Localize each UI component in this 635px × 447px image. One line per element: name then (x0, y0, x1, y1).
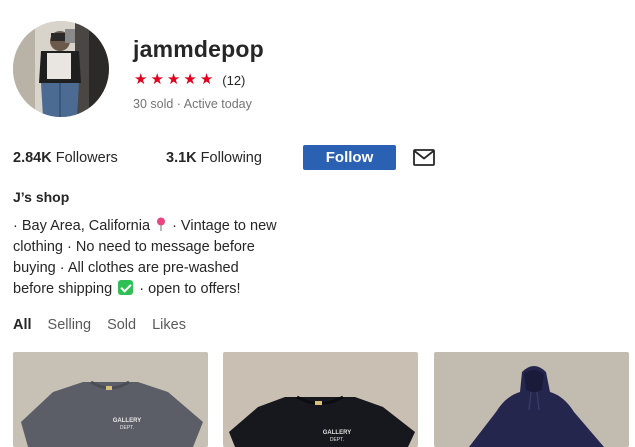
followers-label: Followers (55, 150, 118, 166)
product-image: GALLERY DEPT. (223, 352, 418, 447)
star-icon: ★ (150, 71, 164, 88)
star-icon: ★ (183, 71, 197, 88)
tab-selling[interactable]: Selling (48, 317, 92, 333)
review-count: (12) (222, 72, 246, 88)
star-icon: ★ (199, 71, 214, 88)
product-logo-text: DEPT. (330, 437, 344, 443)
followers-stat[interactable]: 2.84K Followers (13, 150, 118, 166)
username: jammdepop (133, 36, 264, 62)
followers-count: 2.84K (13, 150, 52, 166)
star-rating: ★ ★ ★ ★ ★ (134, 71, 213, 89)
shop-name: J’s shop (13, 189, 70, 205)
product-logo-text: DEPT. (120, 425, 134, 431)
tab-sold[interactable]: Sold (107, 317, 136, 333)
meta-separator: · (176, 97, 181, 111)
tab-likes[interactable]: Likes (152, 317, 186, 333)
product-image (434, 352, 629, 447)
product-logo-text: GALLERY (113, 418, 141, 424)
following-count: 3.1K (166, 150, 197, 166)
mail-icon[interactable] (413, 149, 435, 166)
star-icon: ★ (134, 71, 148, 88)
bio-line: clothing · No need to message before (13, 239, 255, 255)
product-card[interactable]: GALLERY DEPT. (223, 352, 418, 447)
product-card[interactable]: GALLERY DEPT. (13, 352, 208, 447)
product-image: GALLERY DEPT. (13, 352, 208, 447)
shop-tabs: All Selling Sold Likes (13, 317, 202, 333)
bio-line: before shipping · open to offers! (13, 279, 343, 300)
following-stat[interactable]: 3.1K Following (166, 150, 262, 166)
product-logo-text: GALLERY (323, 430, 351, 436)
following-label: Following (200, 150, 262, 166)
bio-line: buying · All clothes are pre-washed (13, 260, 239, 276)
sold-count: 30 sold (133, 97, 174, 111)
bio-location: · Bay Area, California (13, 218, 151, 234)
shop-bio: · Bay Area, California · Vintage to new … (13, 216, 343, 300)
star-icon: ★ (166, 71, 181, 88)
product-card[interactable] (434, 352, 629, 447)
avatar[interactable] (13, 21, 109, 117)
active-status: Active today (183, 97, 252, 111)
follow-button[interactable]: Follow (303, 145, 396, 170)
seller-rating[interactable]: ★ ★ ★ ★ ★ (12) (134, 71, 245, 89)
bio-text: · Vintage to new (172, 218, 277, 234)
avatar-photo (13, 21, 109, 117)
seller-meta: 30 sold · Active today (133, 97, 252, 111)
bio-text: · open to offers! (139, 281, 241, 297)
tab-all[interactable]: All (13, 317, 32, 333)
bio-text: before shipping (13, 281, 113, 297)
bio-line: · Bay Area, California · Vintage to new (13, 216, 343, 237)
check-mark-button-icon (118, 280, 134, 295)
round-pushpin-icon (157, 217, 166, 231)
